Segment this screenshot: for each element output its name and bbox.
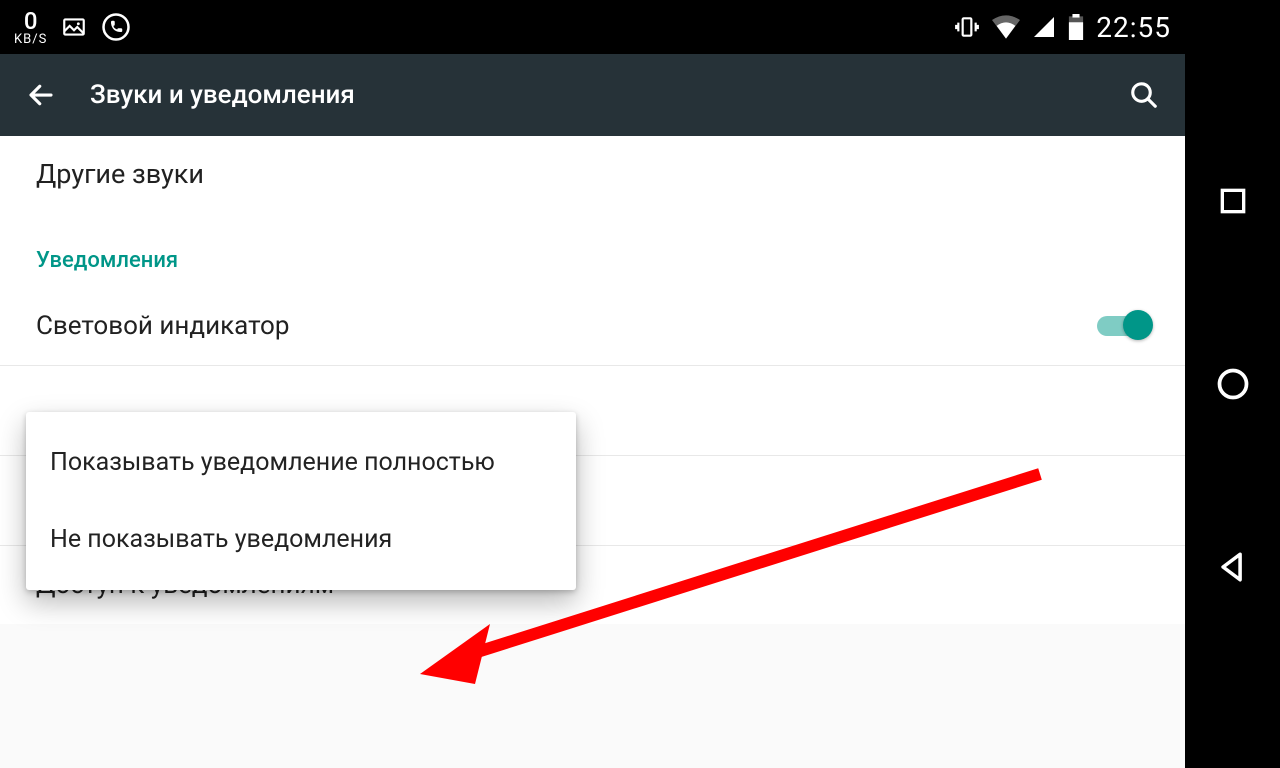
nav-back-button[interactable] xyxy=(1212,546,1254,588)
device-screen: 0 KB/S 22:55 Звуки и уведомления Другие … xyxy=(0,0,1185,768)
status-left: 0 KB/S xyxy=(14,9,131,46)
popup-option-show-full[interactable]: Показывать уведомление полностью xyxy=(26,424,576,501)
section-header-notifications: Уведомления xyxy=(0,218,1185,287)
page-title: Звуки и уведомления xyxy=(90,80,1095,110)
image-icon xyxy=(61,14,87,40)
light-indicator-label: Световой индикатор xyxy=(36,311,289,341)
speed-value: 0 xyxy=(14,9,47,33)
viber-icon xyxy=(101,12,131,42)
back-arrow-icon[interactable] xyxy=(26,80,56,110)
row-other-sounds[interactable]: Другие звуки xyxy=(0,136,1185,218)
action-bar: Звуки и уведомления xyxy=(0,54,1185,136)
signal-icon xyxy=(1032,15,1056,39)
nav-recent-button[interactable] xyxy=(1212,180,1254,222)
popup-option-show-full-label: Показывать уведомление полностью xyxy=(50,448,495,477)
system-nav-bar xyxy=(1185,0,1280,768)
nav-home-button[interactable] xyxy=(1212,363,1254,405)
other-sounds-label: Другие звуки xyxy=(36,158,204,190)
row-light-indicator[interactable]: Световой индикатор xyxy=(0,287,1185,366)
search-icon[interactable] xyxy=(1129,80,1159,110)
status-right: 22:55 xyxy=(954,11,1171,44)
clock: 22:55 xyxy=(1096,11,1171,44)
wifi-icon xyxy=(992,15,1020,39)
network-speed-indicator: 0 KB/S xyxy=(14,9,47,46)
status-bar: 0 KB/S 22:55 xyxy=(0,0,1185,54)
popup-option-hide-label: Не показывать уведомления xyxy=(50,525,392,554)
battery-icon xyxy=(1068,14,1084,40)
speed-unit: KB/S xyxy=(14,33,47,46)
vibrate-icon xyxy=(954,14,980,40)
light-indicator-toggle[interactable] xyxy=(1097,316,1149,336)
popup-option-hide[interactable]: Не показывать уведомления xyxy=(26,501,576,578)
popup-menu: Показывать уведомление полностью Не пока… xyxy=(26,412,576,590)
settings-content: Другие звуки Уведомления Световой индика… xyxy=(0,136,1185,768)
